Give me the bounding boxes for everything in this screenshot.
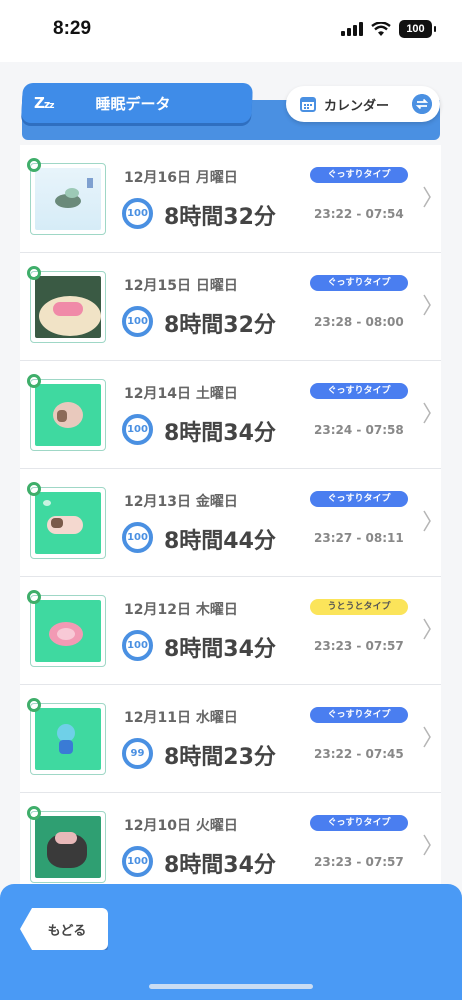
sleep-duration: 8時間32分 <box>164 205 276 230</box>
sleep-type-badge: ぐっすりタイプ <box>310 167 408 183</box>
record-date: 12月16日 月曜日 <box>124 170 238 186</box>
sleep-duration: 8時間23分 <box>164 745 276 770</box>
sleep-record-list[interactable]: 12月16日 月曜日 ぐっすりタイプ 100 8時間32分 23:22 - 07… <box>20 145 441 890</box>
sleep-score: 100 <box>122 198 153 229</box>
sleep-score: 100 <box>122 846 153 877</box>
clip-icon <box>27 590 41 604</box>
sleep-duration: 8時間34分 <box>164 637 276 662</box>
sleep-thumbnail <box>27 158 106 235</box>
sleep-type-badge: ぐっすりタイプ <box>310 707 408 723</box>
record-date: 12月12日 木曜日 <box>124 602 238 618</box>
sleep-thumbnail <box>27 590 106 667</box>
sleep-time-range: 23:27 - 08:11 <box>314 531 404 545</box>
chevron-right-icon <box>423 618 431 640</box>
chevron-right-icon <box>423 186 431 208</box>
sleep-score: 99 <box>122 738 153 769</box>
record-date: 12月11日 水曜日 <box>124 710 238 726</box>
sleep-thumbnail <box>27 266 106 343</box>
sleep-record-row[interactable]: 12月14日 土曜日 ぐっすりタイプ 100 8時間34分 23:24 - 07… <box>20 361 441 469</box>
system-indicators: 100 <box>341 20 436 38</box>
sleep-record-row[interactable]: 12月15日 日曜日 ぐっすりタイプ 100 8時間32分 23:28 - 08… <box>20 253 441 361</box>
clip-icon <box>27 482 41 496</box>
sleep-time-range: 23:23 - 07:57 <box>314 639 404 653</box>
sleep-record-row[interactable]: 12月13日 金曜日 ぐっすりタイプ 100 8時間44分 23:27 - 08… <box>20 469 441 577</box>
sleep-duration: 8時間44分 <box>164 529 276 554</box>
swap-icon <box>412 94 432 114</box>
clip-icon <box>27 266 41 280</box>
clip-icon <box>27 374 41 388</box>
record-date: 12月15日 日曜日 <box>124 278 238 294</box>
sleep-score: 100 <box>122 630 153 661</box>
status-time: 8:29 <box>53 18 92 39</box>
sleep-type-badge: ぐっすりタイプ <box>310 815 408 831</box>
sleep-record-row[interactable]: 12月11日 水曜日 ぐっすりタイプ 99 8時間23分 23:22 - 07:… <box>20 685 441 793</box>
sleep-time-range: 23:22 - 07:54 <box>314 207 404 221</box>
home-indicator[interactable] <box>149 984 313 989</box>
chevron-right-icon <box>423 726 431 748</box>
chevron-right-icon <box>423 834 431 856</box>
sleep-score: 100 <box>122 306 153 337</box>
calendar-icon <box>300 97 316 112</box>
chevron-right-icon <box>423 510 431 532</box>
sleep-time-range: 23:22 - 07:45 <box>314 747 404 761</box>
sleep-type-badge: ぐっすりタイプ <box>310 383 408 399</box>
sleep-time-range: 23:24 - 07:58 <box>314 423 404 437</box>
bottom-bar: もどる <box>0 884 462 1000</box>
sleep-duration: 8時間32分 <box>164 313 276 338</box>
sleep-time-range: 23:23 - 07:57 <box>314 855 404 869</box>
sleep-time-range: 23:28 - 08:00 <box>314 315 404 329</box>
chevron-right-icon <box>423 402 431 424</box>
sleep-type-badge: うとうとタイプ <box>310 599 408 615</box>
record-date: 12月13日 金曜日 <box>124 494 238 510</box>
sleep-thumbnail <box>27 482 106 559</box>
record-date: 12月10日 火曜日 <box>124 818 238 834</box>
sleep-record-row[interactable]: 12月10日 火曜日 ぐっすりタイプ 100 8時間34分 23:23 - 07… <box>20 793 441 890</box>
calendar-label: カレンダー <box>324 98 390 114</box>
wifi-icon <box>371 21 391 36</box>
back-button-label[interactable]: もどる <box>20 908 108 950</box>
calendar-button[interactable]: カレンダー <box>286 86 440 122</box>
clip-icon <box>27 806 41 820</box>
sleep-duration: 8時間34分 <box>164 421 276 446</box>
clip-icon <box>27 158 41 172</box>
sleep-thumbnail <box>27 374 106 451</box>
sleep-thumbnail <box>27 806 106 883</box>
zzz-icon: Zzz <box>34 94 55 112</box>
sleep-type-badge: ぐっすりタイプ <box>310 491 408 507</box>
sleep-duration: 8時間34分 <box>164 853 276 878</box>
sleep-type-badge: ぐっすりタイプ <box>310 275 408 291</box>
sleep-record-row[interactable]: 12月12日 木曜日 うとうとタイプ 100 8時間34分 23:23 - 07… <box>20 577 441 685</box>
signal-icon <box>341 22 363 36</box>
record-date: 12月14日 土曜日 <box>124 386 238 402</box>
clip-icon <box>27 698 41 712</box>
status-bar: 8:29 100 <box>0 0 462 62</box>
sleep-record-row[interactable]: 12月16日 月曜日 ぐっすりタイプ 100 8時間32分 23:22 - 07… <box>20 145 441 253</box>
page-title: 睡眠データ <box>95 94 171 113</box>
sleep-score: 100 <box>122 522 153 553</box>
battery-icon: 100 <box>399 20 436 38</box>
chevron-right-icon <box>423 294 431 316</box>
sleep-score: 100 <box>122 414 153 445</box>
sleep-thumbnail <box>27 698 106 775</box>
page-title-bar: Zzz 睡眠データ <box>22 83 252 123</box>
